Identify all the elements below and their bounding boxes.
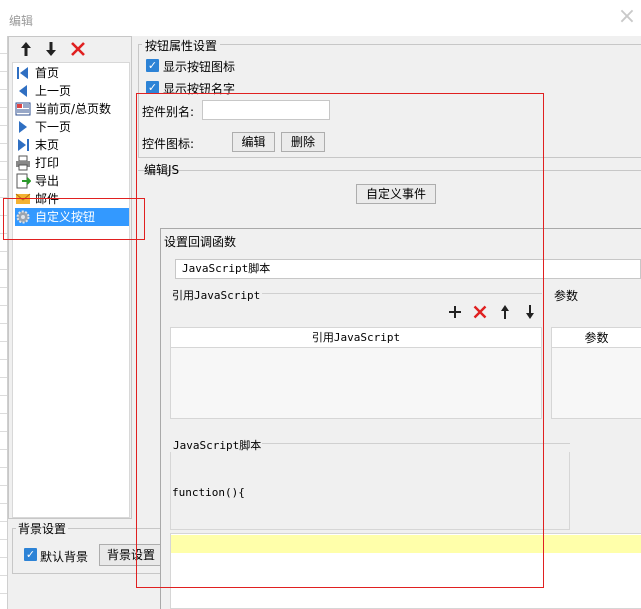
button-properties-legend: 按钮属性设置 bbox=[142, 37, 221, 54]
page-count-icon bbox=[15, 101, 31, 117]
list-item-next-page[interactable]: 下一页 bbox=[15, 118, 129, 136]
last-page-icon bbox=[15, 137, 31, 153]
background-grid-strip bbox=[0, 36, 8, 609]
list-item-print[interactable]: 打印 bbox=[15, 154, 129, 172]
show-icon-checkbox[interactable]: ✓ bbox=[146, 59, 159, 72]
annotation-box-properties bbox=[136, 93, 544, 588]
previous-page-icon bbox=[15, 83, 31, 99]
annotation-box-custom-button bbox=[3, 198, 145, 240]
background-settings-legend: 背景设置 bbox=[16, 520, 69, 537]
list-toolbar bbox=[9, 37, 131, 61]
default-background-label: 默认背景 bbox=[40, 550, 89, 564]
first-page-icon bbox=[15, 65, 31, 81]
title-bar bbox=[0, 0, 641, 36]
list-item-previous-page[interactable]: 上一页 bbox=[15, 82, 129, 100]
close-icon[interactable]: × bbox=[616, 6, 638, 28]
list-item-page-count[interactable]: 当前页/总页数 bbox=[15, 100, 129, 118]
export-icon bbox=[15, 173, 32, 189]
window-title: 编辑 bbox=[9, 14, 34, 28]
default-background-checkbox[interactable]: ✓ bbox=[24, 548, 37, 561]
next-page-icon bbox=[15, 119, 31, 135]
button-list: 首页 上一页 当前页/总页数 下一页 末页 打印 导出 邮件 自定义按钮 bbox=[12, 62, 130, 518]
print-icon bbox=[15, 155, 31, 171]
parameter-label: 参数 bbox=[554, 289, 579, 303]
show-icon-label: 显示按钮图标 bbox=[163, 60, 236, 74]
down-arrow-icon[interactable] bbox=[41, 39, 61, 59]
list-item-export[interactable]: 导出 bbox=[15, 172, 129, 190]
list-item-first-page[interactable]: 首页 bbox=[15, 64, 129, 82]
parameter-column-header: 参数 bbox=[552, 328, 641, 348]
delete-icon[interactable] bbox=[68, 39, 88, 59]
list-item-last-page[interactable]: 末页 bbox=[15, 136, 129, 154]
button-list-panel: 首页 上一页 当前页/总页数 下一页 末页 打印 导出 邮件 自定义按钮 bbox=[8, 36, 132, 519]
up-arrow-icon[interactable] bbox=[16, 39, 36, 59]
